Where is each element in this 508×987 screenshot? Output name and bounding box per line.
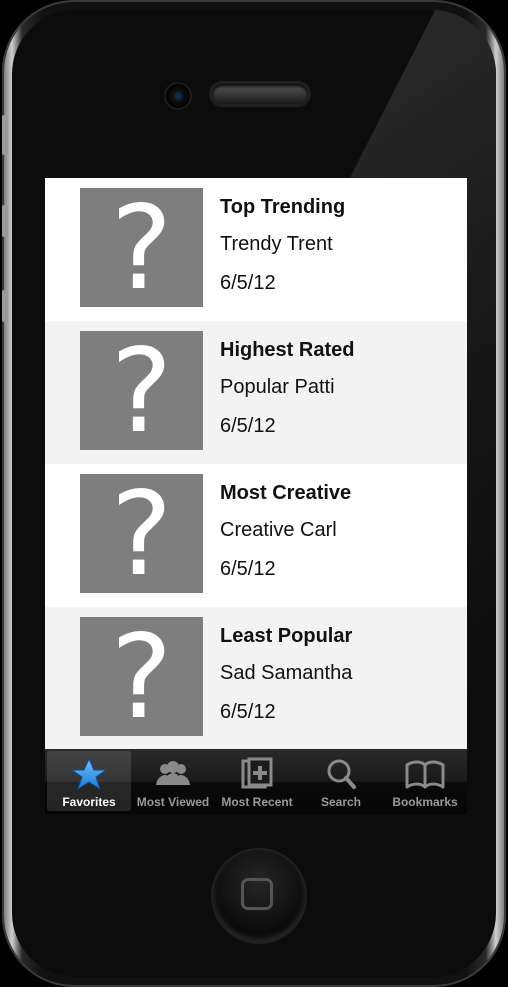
star-icon	[47, 757, 131, 791]
list-item[interactable]: ? Top Trending Trendy Trent 6/5/12	[45, 178, 467, 321]
item-author: Creative Carl	[220, 519, 337, 541]
item-date: 6/5/12	[220, 272, 276, 294]
item-date: 6/5/12	[220, 701, 276, 723]
item-title: Most Creative	[220, 482, 352, 504]
placeholder-thumbnail: ?	[80, 181, 203, 316]
tab-favorites[interactable]: Favorites	[47, 751, 131, 811]
volume-up-button	[2, 205, 8, 237]
tab-label: Most Viewed	[136, 795, 210, 809]
item-author: Popular Patti	[220, 376, 335, 398]
placeholder-thumbnail: ?	[80, 610, 203, 745]
home-square-icon	[241, 878, 273, 910]
list-item[interactable]: ? Least Popular Sad Samantha 6/5/12	[45, 607, 467, 750]
question-mark-icon: ?	[110, 610, 173, 745]
tab-search[interactable]: Search	[299, 751, 383, 811]
front-camera	[164, 82, 192, 110]
item-author: Sad Samantha	[220, 662, 353, 684]
item-title: Highest Rated	[220, 339, 355, 361]
tab-label: Favorites	[62, 795, 116, 809]
placeholder-thumbnail: ?	[80, 324, 203, 459]
item-date: 6/5/12	[220, 558, 276, 580]
tab-most-viewed[interactable]: Most Viewed	[131, 751, 215, 811]
tab-label: Most Recent	[221, 795, 293, 809]
tab-label: Search	[320, 795, 362, 809]
item-date: 6/5/12	[220, 415, 276, 437]
volume-down-button	[2, 290, 8, 322]
app-screen: ? Top Trending Trendy Trent 6/5/12 ? Hig…	[45, 178, 467, 814]
list-item[interactable]: ? Most Creative Creative Carl 6/5/12	[45, 464, 467, 607]
item-author: Trendy Trent	[220, 233, 333, 255]
search-icon	[299, 757, 383, 791]
tab-label: Bookmarks	[392, 795, 458, 809]
question-mark-icon: ?	[110, 324, 173, 459]
tab-bar: Favorites Most Viewed Most Recent Search…	[45, 749, 467, 814]
add-note-icon	[215, 757, 299, 791]
tab-most-recent[interactable]: Most Recent	[215, 751, 299, 811]
placeholder-thumbnail: ?	[80, 467, 203, 602]
item-title: Least Popular	[220, 625, 353, 647]
people-icon	[131, 757, 215, 791]
tab-bookmarks[interactable]: Bookmarks	[383, 751, 467, 811]
mute-switch	[2, 115, 8, 155]
question-mark-icon: ?	[110, 467, 173, 602]
question-mark-icon: ?	[110, 181, 173, 316]
book-icon	[383, 757, 467, 791]
earpiece-speaker	[212, 84, 308, 104]
list-item[interactable]: ? Highest Rated Popular Patti 6/5/12	[45, 321, 467, 464]
home-button[interactable]	[213, 850, 305, 942]
item-title: Top Trending	[220, 196, 346, 218]
